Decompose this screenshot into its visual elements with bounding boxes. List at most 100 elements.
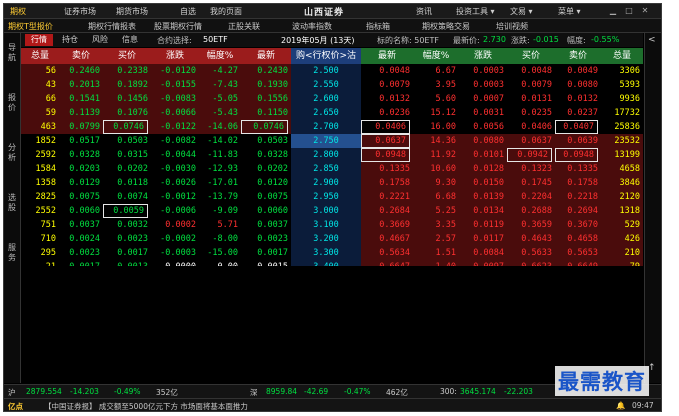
call-vol-cell[interactable]: 751	[21, 218, 59, 232]
strike-price-cell[interactable]: 3.200	[291, 232, 361, 246]
menu-item-tools[interactable]: 投资工具 ▾	[456, 6, 495, 17]
tab-stock-option[interactable]: 股票期权行情	[154, 21, 202, 32]
put-pct-cell[interactable]: 2.57	[413, 232, 459, 246]
call-bid-cell[interactable]: 0.0746	[103, 120, 148, 134]
put-last-cell[interactable]: 0.0132	[361, 92, 413, 106]
call-vol-cell[interactable]: 710	[21, 232, 59, 246]
call-pct-cell[interactable]: 5.71	[199, 218, 241, 232]
call-last-cell[interactable]: 0.0120	[241, 176, 291, 190]
put-column-header[interactable]: 买价	[507, 48, 555, 64]
put-bid-cell[interactable]: 0.5633	[507, 246, 555, 260]
call-chg-cell[interactable]: -0.0044	[151, 148, 199, 162]
call-row[interactable]: 2825 0.0075 0.0074 -0.0012 -13.79 0.0075	[21, 190, 291, 204]
call-ask-cell[interactable]: 0.0328	[59, 148, 103, 162]
call-row[interactable]: 43 0.2013 0.1892 -0.0155 -7.43 0.1930	[21, 78, 291, 92]
call-pct-cell[interactable]: -9.09	[199, 204, 241, 218]
put-chg-cell[interactable]: 0.0119	[459, 218, 507, 232]
put-chg-cell[interactable]: 0.0150	[459, 176, 507, 190]
put-row[interactable]: 0.0948 11.92 0.0101 0.0942 0.0948 13199	[361, 148, 643, 162]
strike-price-cell[interactable]: 2.650	[291, 106, 361, 120]
put-last-cell[interactable]: 0.1335	[361, 162, 413, 176]
call-ask-cell[interactable]: 0.0075	[59, 190, 103, 204]
call-row[interactable]: 1584 0.0203 0.0202 -0.0030 -12.93 0.0202	[21, 162, 291, 176]
call-last-cell[interactable]: 0.0746	[241, 120, 288, 134]
put-ask-cell[interactable]: 0.1335	[555, 162, 601, 176]
menu-item-options[interactable]: 期权	[10, 6, 26, 17]
call-chg-cell[interactable]: 0.0002	[151, 218, 199, 232]
put-ask-cell[interactable]: 0.1758	[555, 176, 601, 190]
call-row[interactable]: 59 0.1139 0.1076 -0.0066 -5.43 0.1150	[21, 106, 291, 120]
strike-price-cell[interactable]: 2.950	[291, 190, 361, 204]
strike-row[interactable]: 2.900	[291, 176, 361, 190]
strike-price-cell[interactable]: 2.700	[291, 120, 361, 134]
strike-header[interactable]: 购<行权价>沽	[291, 48, 361, 64]
put-row[interactable]: 0.1335 10.60 0.0128 0.1323 0.1335 4658	[361, 162, 643, 176]
call-chg-cell[interactable]: -0.0082	[151, 134, 199, 148]
strike-price-cell[interactable]: 2.550	[291, 78, 361, 92]
strike-price-cell[interactable]: 2.900	[291, 176, 361, 190]
put-ask-cell[interactable]: 0.0049	[555, 64, 601, 78]
put-row[interactable]: 0.0637 14.36 0.0080 0.0637 0.0639 23532	[361, 134, 643, 148]
call-pct-cell[interactable]: -5.05	[199, 92, 241, 106]
put-last-cell[interactable]: 0.0236	[361, 106, 413, 120]
put-pct-cell[interactable]: 6.68	[413, 190, 459, 204]
put-chg-cell[interactable]: 0.0101	[459, 148, 507, 162]
put-pct-cell[interactable]: 3.35	[413, 218, 459, 232]
put-bid-cell[interactable]: 0.0131	[507, 92, 555, 106]
tab-option-report[interactable]: 期权行情报表	[88, 21, 136, 32]
put-ask-cell[interactable]: 0.0237	[555, 106, 601, 120]
strike-row[interactable]: 3.100	[291, 218, 361, 232]
put-vol-cell[interactable]: 2120	[601, 190, 643, 204]
put-vol-cell[interactable]: 17732	[601, 106, 643, 120]
call-pct-cell[interactable]: -14.02	[199, 134, 241, 148]
put-pct-cell[interactable]: 5.25	[413, 204, 459, 218]
call-pct-cell[interactable]: -12.93	[199, 162, 241, 176]
call-chg-cell[interactable]: -0.0120	[151, 64, 199, 78]
tab-risk[interactable]: 风险	[87, 34, 113, 46]
call-vol-cell[interactable]: 295	[21, 246, 59, 260]
put-last-cell[interactable]: 0.1758	[361, 176, 413, 190]
put-last-cell[interactable]: 0.4667	[361, 232, 413, 246]
call-row[interactable]: 66 0.1541 0.1456 -0.0083 -5.05 0.1556	[21, 92, 291, 106]
call-column-header[interactable]: 涨跌	[151, 48, 199, 64]
call-bid-cell[interactable]: 0.0118	[103, 176, 151, 190]
close-icon[interactable]: ✕	[640, 6, 650, 15]
call-vol-cell[interactable]: 43	[21, 78, 59, 92]
put-row[interactable]: 0.4667 2.57 0.0117 0.4643 0.4658 426	[361, 232, 643, 246]
call-vol-cell[interactable]: 1584	[21, 162, 59, 176]
put-chg-cell[interactable]: 0.0080	[459, 134, 507, 148]
strike-price-cell[interactable]: 3.000	[291, 204, 361, 218]
put-ask-cell[interactable]: 0.3670	[555, 218, 601, 232]
put-chg-cell[interactable]: 0.0134	[459, 204, 507, 218]
left-nav-item[interactable]: 选股	[7, 193, 17, 213]
put-vol-cell[interactable]: 5393	[601, 78, 643, 92]
strike-price-cell[interactable]: 2.800	[291, 148, 361, 162]
put-vol-cell[interactable]: 25836	[601, 120, 643, 134]
put-vol-cell[interactable]: 426	[601, 232, 643, 246]
put-vol-cell[interactable]: 3846	[601, 176, 643, 190]
put-chg-cell[interactable]: 0.0139	[459, 190, 507, 204]
call-bid-cell[interactable]: 0.0315	[103, 148, 151, 162]
put-bid-cell[interactable]: 0.0235	[507, 106, 555, 120]
tab-market[interactable]: 行情	[25, 34, 53, 46]
put-chg-cell[interactable]: 0.0003	[459, 64, 507, 78]
call-row[interactable]: 2592 0.0328 0.0315 -0.0044 -11.83 0.0328	[21, 148, 291, 162]
call-row[interactable]: 2552 0.0060 0.0059 -0.0006 -9.09 0.0060	[21, 204, 291, 218]
put-pct-cell[interactable]: 14.36	[413, 134, 459, 148]
put-vol-cell[interactable]: 1318	[601, 204, 643, 218]
strike-row[interactable]: 2.500	[291, 64, 361, 78]
call-vol-cell[interactable]: 56	[21, 64, 59, 78]
put-vol-cell[interactable]: 23532	[601, 134, 643, 148]
call-ask-cell[interactable]: 0.0024	[59, 232, 103, 246]
call-last-cell[interactable]: 0.2430	[241, 64, 291, 78]
put-last-cell[interactable]: 0.0948	[361, 148, 410, 162]
put-row[interactable]: 0.1758 9.30 0.0150 0.1745 0.1758 3846	[361, 176, 643, 190]
put-chg-cell[interactable]: 0.0031	[459, 106, 507, 120]
call-bid-cell[interactable]: 0.1456	[103, 92, 151, 106]
call-ask-cell[interactable]: 0.0129	[59, 176, 103, 190]
put-column-header[interactable]: 涨跌	[459, 48, 507, 64]
tab-volatility-index[interactable]: 波动率指数	[292, 21, 332, 32]
put-last-cell[interactable]: 0.0406	[361, 120, 410, 134]
call-ask-cell[interactable]: 0.1541	[59, 92, 103, 106]
bell-icon[interactable]: 🔔	[616, 401, 625, 410]
